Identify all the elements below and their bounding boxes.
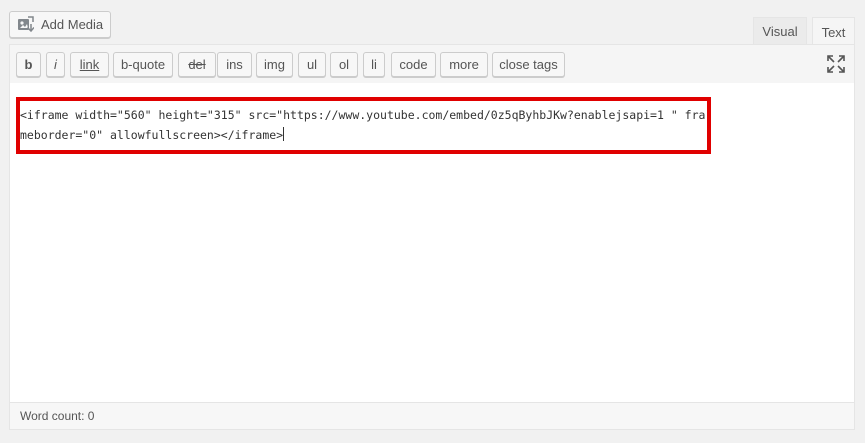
ins-button[interactable]: ins: [217, 52, 252, 77]
content-textarea[interactable]: <iframe width="560" height="315" src="ht…: [10, 83, 854, 403]
ul-button[interactable]: ul: [298, 52, 326, 77]
quicktags-toolbar: b i link b-quote del ins img ul ol li co…: [10, 45, 854, 84]
status-bar: Word count: 0: [10, 402, 854, 429]
close-tags-button[interactable]: close tags: [492, 52, 565, 77]
media-icon: [17, 16, 35, 34]
word-count: Word count: 0: [20, 409, 95, 423]
html-code-content: <iframe width="560" height="315" src="ht…: [20, 105, 708, 145]
li-button[interactable]: li: [363, 52, 385, 77]
code-text: <iframe width="560" height="315" src="ht…: [20, 108, 706, 142]
ol-button[interactable]: ol: [330, 52, 358, 77]
bold-button[interactable]: b: [16, 52, 41, 77]
text-cursor: [283, 127, 285, 141]
tab-visual[interactable]: Visual: [753, 17, 807, 45]
del-button[interactable]: del: [178, 52, 216, 77]
img-button[interactable]: img: [256, 52, 293, 77]
editor: b i link b-quote del ins img ul ol li co…: [9, 44, 855, 430]
more-button[interactable]: more: [440, 52, 488, 77]
link-button[interactable]: link: [70, 52, 109, 77]
code-button[interactable]: code: [391, 52, 436, 77]
fullscreen-icon[interactable]: [827, 55, 845, 73]
italic-button[interactable]: i: [46, 52, 65, 77]
blockquote-button[interactable]: b-quote: [113, 52, 173, 77]
tab-text[interactable]: Text: [812, 17, 855, 46]
add-media-button[interactable]: Add Media: [9, 11, 111, 38]
add-media-label: Add Media: [41, 17, 104, 32]
